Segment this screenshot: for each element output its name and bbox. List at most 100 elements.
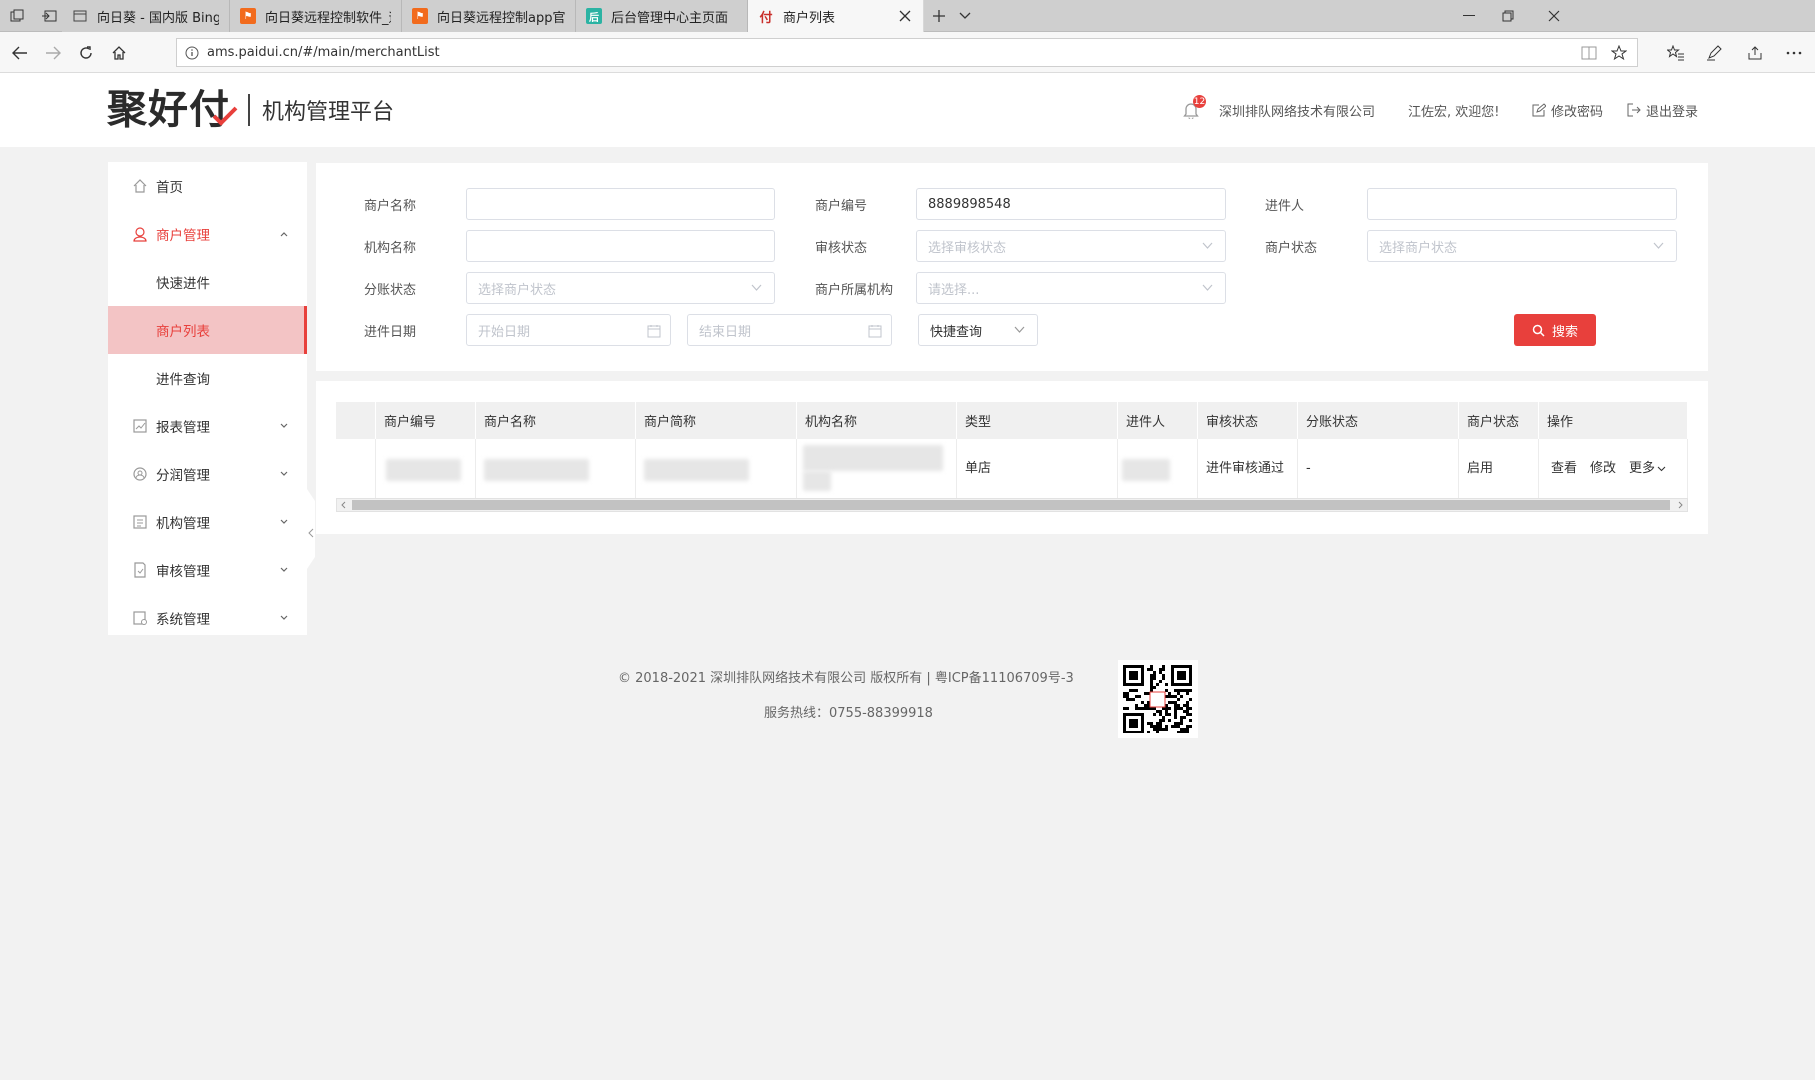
url-text: ams.paidui.cn/#/main/merchantList (207, 45, 440, 60)
new-tab-icon[interactable] (928, 0, 950, 32)
applicant-input[interactable] (1367, 188, 1677, 220)
horizontal-scrollbar[interactable] (336, 498, 1688, 512)
table-cell-merchant-status: 启用 (1459, 439, 1539, 499)
merchant-org-select[interactable]: 请选择... (916, 272, 1226, 304)
tab-admin-center[interactable]: 后 后台管理中心主页面 (576, 0, 748, 32)
logout-link[interactable]: 退出登录 (1627, 73, 1698, 147)
scroll-right-icon[interactable] (1677, 501, 1684, 509)
applicant-label: 进件人 (1265, 198, 1305, 214)
tab-title: 商户列表 (783, 10, 836, 26)
sidebar-item-home[interactable]: 首页 (108, 162, 307, 210)
favorites-hub-icon[interactable] (1656, 32, 1696, 73)
chevron-up-icon (280, 232, 288, 237)
share-icon[interactable] (1735, 32, 1775, 73)
sidebar-item-label: 商户管理 (156, 228, 210, 244)
merchant-name-label: 商户名称 (364, 198, 417, 214)
split-status-select[interactable]: 选择商户状态 (466, 272, 775, 304)
sidebar-item-quick-apply[interactable]: 快速进件 (108, 258, 307, 306)
merchant-status-select[interactable]: 选择商户状态 (1367, 230, 1677, 262)
chevron-down-icon (1657, 466, 1666, 471)
table-cell (336, 439, 376, 499)
sidebar-item-system[interactable]: 系统管理 (108, 594, 307, 642)
sidebar: 首页 商户管理 快速进件 商户列表 进件查询 报表管理 分润管理 机构管理 审核… (108, 162, 307, 635)
chevron-down-icon (1202, 284, 1213, 291)
tab-sunlogin-app[interactable]: ⚑ 向日葵远程控制app官方下载 (402, 0, 576, 32)
pen-icon[interactable] (1694, 32, 1734, 73)
tab-sunlogin-software[interactable]: ⚑ 向日葵远程控制软件_远程控 (230, 0, 402, 32)
merchant-no-input[interactable]: 8889898548 (916, 188, 1226, 220)
app-header: 聚好付 机构管理平台 12 深圳排队网络技术有限公司 江佐宏, 欢迎您! 修改密… (0, 73, 1815, 147)
tab-preview-chevron-icon[interactable] (954, 0, 976, 32)
tab-title: 向日葵远程控制app官方下载 (437, 10, 565, 26)
change-password-link[interactable]: 修改密码 (1532, 73, 1603, 147)
sidebar-item-merchant-management[interactable]: 商户管理 (108, 210, 307, 258)
sidebar-item-apply-query[interactable]: 进件查询 (108, 354, 307, 402)
chevron-down-icon (280, 615, 288, 620)
end-date-placeholder: 结束日期 (699, 324, 752, 340)
search-form: 商户名称 商户编号 8889898548 进件人 机构名称 审核状态 选择审核状… (316, 163, 1708, 371)
address-bar[interactable]: ams.paidui.cn/#/main/merchantList (176, 38, 1638, 67)
home-icon[interactable] (99, 32, 139, 73)
scrollbar-thumb[interactable] (352, 500, 1670, 510)
sidebar-item-institutions[interactable]: 机构管理 (108, 498, 307, 546)
sidebar-item-merchant-list[interactable]: 商户列表 (108, 306, 307, 354)
tab-manager-icon[interactable] (4, 0, 30, 32)
sidebar-item-profit-sharing[interactable]: 分润管理 (108, 450, 307, 498)
notification-bell[interactable]: 12 (1183, 73, 1206, 147)
org-name-input[interactable] (466, 230, 775, 262)
restore-icon[interactable] (1485, 0, 1531, 32)
table-cell-split-status: - (1298, 439, 1459, 499)
more-icon[interactable] (1774, 32, 1814, 73)
end-date-input[interactable]: 结束日期 (687, 314, 892, 346)
page-icon (72, 8, 88, 24)
column-header: 操作 (1539, 402, 1688, 439)
view-link[interactable]: 查看 (1551, 459, 1577, 478)
sunlogin-icon: ⚑ (240, 8, 256, 24)
window-close-icon[interactable] (1531, 0, 1577, 32)
close-icon[interactable] (897, 8, 913, 24)
info-icon[interactable] (185, 46, 199, 60)
search-button[interactable]: 搜索 (1514, 314, 1596, 346)
column-header: 审核状态 (1198, 402, 1298, 439)
set-tabs-aside-icon[interactable] (36, 0, 62, 32)
calendar-icon (647, 325, 661, 338)
chevron-left-icon[interactable] (308, 528, 314, 538)
calendar-icon (868, 325, 882, 338)
search-icon (1532, 324, 1545, 337)
merchant-table-panel: 商户编号 商户名称 商户简称 机构名称 类型 进件人 审核状态 分账状态 商户状… (316, 381, 1708, 534)
column-header: 商户简称 (636, 402, 797, 439)
sunlogin-icon: ⚑ (412, 8, 428, 24)
logout-label: 退出登录 (1646, 104, 1699, 120)
sidebar-item-audit[interactable]: 审核管理 (108, 546, 307, 594)
platform-name: 机构管理平台 (262, 100, 395, 125)
sidebar-item-label: 快速进件 (156, 276, 210, 292)
edit-link[interactable]: 修改 (1590, 459, 1616, 478)
table-cell-merchant-short-name (636, 439, 797, 499)
column-header: 商户名称 (476, 402, 636, 439)
sidebar-item-label: 进件查询 (156, 372, 210, 388)
reading-view-icon[interactable] (1581, 46, 1597, 60)
scroll-left-icon[interactable] (340, 501, 347, 509)
tab-bing[interactable]: 向日葵 - 国内版 Bing (62, 0, 230, 32)
audit-status-select[interactable]: 选择审核状态 (916, 230, 1226, 262)
chevron-down-icon (1014, 326, 1025, 333)
org-name-label: 机构名称 (364, 240, 417, 256)
change-password-label: 修改密码 (1551, 104, 1604, 120)
bell-icon[interactable]: 12 (1183, 95, 1206, 119)
start-date-input[interactable]: 开始日期 (466, 314, 671, 346)
report-icon (133, 419, 147, 433)
merchant-status-label: 商户状态 (1265, 240, 1318, 256)
tab-merchant-list[interactable]: 付 商户列表 (748, 0, 924, 32)
sidebar-item-reports[interactable]: 报表管理 (108, 402, 307, 450)
merchant-name-input[interactable] (466, 188, 775, 220)
more-dropdown[interactable]: 更多 (1629, 459, 1666, 478)
table-cell-applicant (1118, 439, 1198, 499)
column-header: 商户状态 (1459, 402, 1539, 439)
favorite-star-icon[interactable] (1611, 45, 1627, 61)
table-cell-merchant-name (476, 439, 636, 499)
sidebar-item-label: 系统管理 (156, 612, 210, 628)
system-icon (133, 611, 147, 625)
column-header: 机构名称 (797, 402, 957, 439)
quick-query-select[interactable]: 快捷查询 (918, 314, 1038, 346)
profit-icon (133, 467, 147, 481)
